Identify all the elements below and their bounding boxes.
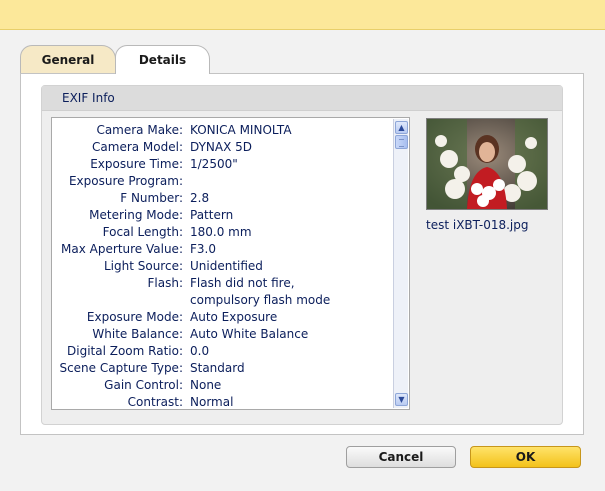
- exif-header-label: EXIF Info: [62, 91, 115, 105]
- exif-value: compulsory flash mode: [190, 293, 331, 307]
- ok-button[interactable]: OK: [470, 446, 581, 468]
- details-panel: EXIF Info Camera Make: KONICA MINOLTA Came…: [20, 73, 584, 435]
- exif-value: DYNAX 5D: [190, 140, 253, 154]
- exif-value: F3.0: [190, 242, 216, 256]
- preview-filename: test iXBT-018.jpg: [426, 218, 529, 232]
- chevron-up-icon[interactable]: ▲: [395, 121, 408, 134]
- chevron-down-icon[interactable]: ▼: [395, 393, 408, 406]
- exif-value: Pattern: [190, 208, 234, 222]
- exif-key: Focal Length:: [102, 225, 183, 239]
- exif-key: Camera Model:: [92, 140, 183, 154]
- exif-key: Max Aperture Value:: [61, 242, 183, 256]
- exif-value: KONICA MINOLTA: [190, 123, 292, 137]
- tab-general[interactable]: General: [20, 45, 116, 73]
- exif-row: Flash: Flash did not fire,: [52, 275, 392, 292]
- exif-row: Light Source: Unidentified: [52, 258, 392, 275]
- exif-row: Max Aperture Value: F3.0: [52, 241, 392, 258]
- exif-key: Gain Control:: [104, 378, 183, 392]
- exif-value: Flash did not fire,: [190, 276, 295, 290]
- exif-value: Auto White Balance: [190, 327, 309, 341]
- exif-key: Exposure Program:: [68, 174, 183, 188]
- exif-scrollbar[interactable]: ▲ ▼: [393, 119, 408, 408]
- exif-row: Focal Length: 180.0 mm: [52, 224, 392, 241]
- exif-key: Contrast:: [127, 395, 183, 409]
- exif-row: F Number: 2.8: [52, 190, 392, 207]
- exif-header: EXIF Info: [42, 86, 562, 111]
- exif-value: 1/2500": [190, 157, 238, 171]
- exif-value: 180.0 mm: [190, 225, 252, 239]
- exif-value: Normal: [190, 395, 234, 409]
- exif-value: None: [190, 378, 222, 392]
- exif-row: Exposure Time: 1/2500": [52, 156, 392, 173]
- properties-dialog: General Details EXIF Info Camera Make: KO…: [0, 30, 605, 491]
- exif-row: Digital Zoom Ratio: 0.0: [52, 343, 392, 360]
- exif-row: Exposure Program:: [52, 173, 392, 190]
- exif-row: Scene Capture Type: Standard: [52, 360, 392, 377]
- exif-key: [52, 292, 187, 309]
- cancel-button[interactable]: Cancel: [346, 446, 456, 468]
- exif-value: Standard: [190, 361, 245, 375]
- exif-value: 2.8: [190, 191, 210, 205]
- exif-key: Digital Zoom Ratio:: [67, 344, 183, 358]
- exif-row: Metering Mode: Pattern: [52, 207, 392, 224]
- exif-value: 0.0: [190, 344, 210, 358]
- exif-key: White Balance:: [92, 327, 183, 341]
- scrollbar-thumb[interactable]: [395, 135, 408, 149]
- exif-group: EXIF Info Camera Make: KONICA MINOLTA Came…: [41, 85, 563, 425]
- exif-key: Flash:: [147, 276, 184, 290]
- exif-row: Camera Make: KONICA MINOLTA: [52, 122, 392, 139]
- exif-list[interactable]: Camera Make: KONICA MINOLTA Camera Model: D…: [51, 117, 410, 410]
- exif-key: Exposure Mode:: [86, 310, 183, 324]
- exif-row: Contrast: Normal: [52, 394, 392, 409]
- photo-thumbnail: [427, 119, 547, 209]
- exif-rows: Camera Make: KONICA MINOLTA Camera Model: D…: [52, 122, 392, 409]
- exif-row: compulsory flash mode: [52, 292, 392, 309]
- exif-row: Gain Control: None: [52, 377, 392, 394]
- dialog-titlebar: [0, 0, 605, 30]
- exif-row: Exposure Mode: Auto Exposure: [52, 309, 392, 326]
- exif-key: Exposure Time:: [90, 157, 183, 171]
- exif-key: Scene Capture Type:: [59, 361, 183, 375]
- exif-key: Metering Mode:: [89, 208, 183, 222]
- image-preview: [426, 118, 548, 210]
- exif-value: [187, 173, 392, 190]
- exif-row: White Balance: Auto White Balance: [52, 326, 392, 343]
- exif-row: Camera Model: DYNAX 5D: [52, 139, 392, 156]
- exif-key: F Number:: [120, 191, 183, 205]
- exif-value: Auto Exposure: [190, 310, 278, 324]
- exif-value: Unidentified: [190, 259, 263, 273]
- tab-details[interactable]: Details: [115, 45, 210, 74]
- exif-key: Camera Make:: [96, 123, 183, 137]
- exif-key: Light Source:: [103, 259, 183, 273]
